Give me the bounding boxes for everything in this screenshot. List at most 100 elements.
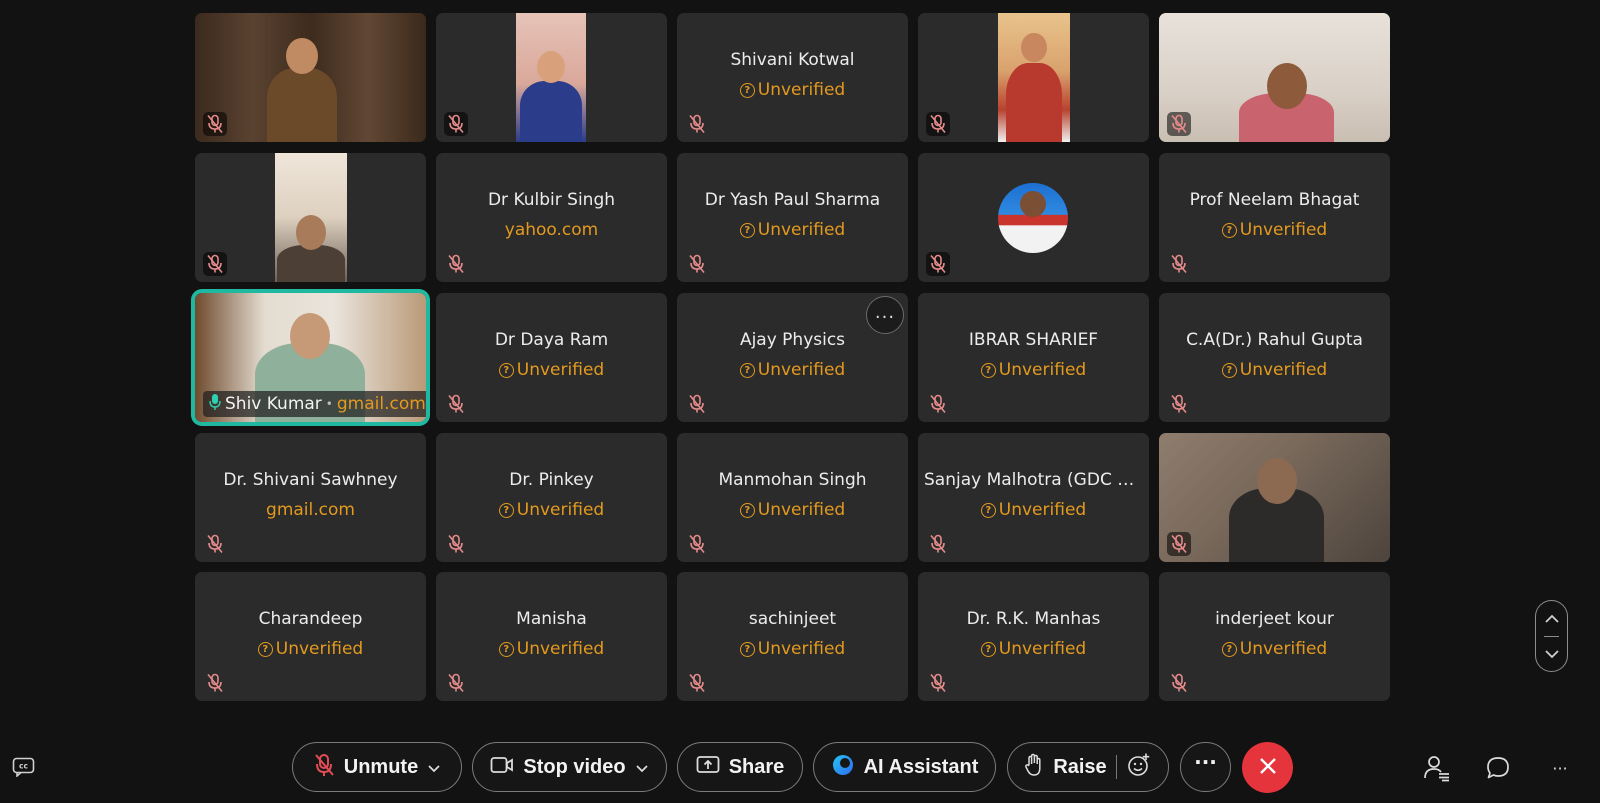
participant-tile[interactable]: Dr. Pinkey ? Unverified [436, 433, 667, 562]
participant-tile[interactable] [1159, 13, 1390, 142]
participant-tile[interactable]: Dr Yash Paul Sharma ? Unverified [677, 153, 908, 282]
participant-tile[interactable]: Dr. R.K. Manhas ? Unverified [918, 572, 1149, 701]
svg-text:cc: cc [19, 762, 28, 771]
participant-video [275, 153, 347, 282]
more-options-button[interactable]: ··· [1180, 742, 1231, 792]
stop-video-button[interactable]: Stop video [472, 742, 667, 792]
unverified-icon: ? [980, 642, 996, 657]
participant-status: ? Unverified [1159, 639, 1390, 659]
participant-tile[interactable]: IBRAR SHARIEF ? Unverified [918, 293, 1149, 422]
scroll-down-button[interactable] [1542, 644, 1562, 664]
participant-tile[interactable]: C.A(Dr.) Rahul Gupta ? Unverified [1159, 293, 1390, 422]
more-options-label: ··· [1194, 750, 1217, 774]
participants-icon[interactable] [1422, 753, 1452, 783]
participant-name: Ajay Physics [739, 330, 846, 350]
participant-tile[interactable] [195, 13, 426, 142]
participant-status: ? Unverified [436, 639, 667, 659]
participant-tile[interactable] [436, 13, 667, 142]
participant-video [1159, 433, 1390, 562]
ai-assistant-icon [831, 753, 855, 782]
muted-mic-icon [685, 112, 709, 136]
participant-name: Dr Yash Paul Sharma [704, 190, 881, 210]
muted-mic-icon [1167, 392, 1191, 416]
scroll-up-button[interactable] [1542, 609, 1562, 629]
participant-status: ? Unverified [918, 639, 1149, 659]
participant-tile[interactable]: Prof Neelam Bhagat ? Unverified [1159, 153, 1390, 282]
participant-more-button[interactable]: ... [866, 296, 904, 334]
muted-mic-icon [203, 252, 227, 276]
share-button[interactable]: Share [677, 742, 803, 792]
participant-status: ? Unverified [1159, 220, 1390, 240]
participant-avatar [998, 183, 1068, 253]
ai-assistant-label: AI Assistant [863, 755, 979, 778]
muted-mic-icon [444, 532, 468, 556]
participant-status: yahoo.com [504, 220, 599, 240]
participant-name: Shiv Kumar [225, 394, 322, 414]
muted-mic-icon [444, 252, 468, 276]
participant-tile[interactable]: inderjeet kour ? Unverified [1159, 572, 1390, 701]
speaking-mic-icon [209, 393, 221, 416]
unmute-button[interactable]: Unmute [292, 742, 462, 792]
chevron-down-icon[interactable] [427, 755, 441, 779]
muted-mic-icon [685, 252, 709, 276]
participant-tile[interactable]: Charandeep ? Unverified [195, 572, 426, 701]
participant-tile[interactable]: Shiv Kumar • gmail.com [195, 293, 426, 422]
more-icon[interactable]: ··· [1546, 756, 1574, 780]
participant-status: ? Unverified [436, 500, 667, 520]
unverified-icon: ? [1221, 642, 1237, 657]
participant-name: inderjeet kour [1215, 609, 1334, 629]
participant-tile[interactable] [195, 153, 426, 282]
captions-icon[interactable]: cc [10, 755, 38, 779]
participant-tile[interactable]: Manmohan Singh ? Unverified [677, 433, 908, 562]
participant-status: ? Unverified [436, 360, 667, 380]
participant-tile[interactable]: Dr Kulbir Singh yahoo.com [436, 153, 667, 282]
muted-mic-icon [313, 753, 335, 782]
participant-tile[interactable] [1159, 433, 1390, 562]
muted-mic-icon [1167, 532, 1191, 556]
muted-mic-icon [926, 112, 950, 136]
muted-mic-icon [444, 671, 468, 695]
participant-name: Sanjay Malhotra (GDC R... [924, 470, 1143, 490]
muted-mic-icon [685, 392, 709, 416]
muted-mic-icon [203, 532, 227, 556]
participant-name: Prof Neelam Bhagat [1189, 190, 1360, 210]
participant-tile[interactable]: Sanjay Malhotra (GDC R... ? Unverified [918, 433, 1149, 562]
participant-status: gmail.com [266, 500, 355, 520]
unverified-icon: ? [739, 223, 755, 238]
muted-mic-icon [685, 532, 709, 556]
muted-mic-icon [926, 252, 950, 276]
chevron-down-icon[interactable] [635, 755, 649, 779]
participant-status: ? Unverified [195, 639, 426, 659]
muted-mic-icon [203, 112, 227, 136]
participant-video [195, 13, 426, 142]
unverified-icon: ? [1221, 223, 1237, 238]
muted-mic-icon [203, 671, 227, 695]
participant-status: ? Unverified [677, 220, 908, 240]
participant-name: Shivani Kotwal [730, 50, 855, 70]
stop-video-label: Stop video [523, 755, 626, 778]
participant-status: ? Unverified [677, 639, 908, 659]
participant-tile[interactable]: Manisha ? Unverified [436, 572, 667, 701]
reactions-icon[interactable] [1126, 752, 1152, 783]
share-screen-icon [696, 755, 720, 780]
participant-tile[interactable] [918, 153, 1149, 282]
muted-mic-icon [444, 392, 468, 416]
participant-name: Manisha [516, 609, 587, 629]
muted-mic-icon [926, 532, 950, 556]
participant-tile[interactable] [918, 13, 1149, 142]
muted-mic-icon [444, 112, 468, 136]
participant-grid: Shivani Kotwal ? Unverified Dr Kulbir Singh… [0, 0, 1600, 720]
participant-tile[interactable]: sachinjeet ? Unverified [677, 572, 908, 701]
ai-assistant-button[interactable]: AI Assistant [813, 742, 996, 792]
participant-status: gmail.com [336, 394, 426, 414]
participant-name: Dr Kulbir Singh [487, 190, 616, 210]
chat-icon[interactable] [1484, 754, 1512, 782]
participant-tile[interactable]: Shivani Kotwal ? Unverified [677, 13, 908, 142]
unmute-label: Unmute [343, 755, 419, 778]
muted-mic-icon [1167, 671, 1191, 695]
raise-hand-button[interactable]: Raise [1007, 742, 1169, 792]
end-call-button[interactable] [1242, 742, 1293, 793]
participant-tile[interactable]: Dr. Shivani Sawhney gmail.com [195, 433, 426, 562]
participant-tile[interactable]: Dr Daya Ram ? Unverified [436, 293, 667, 422]
participant-video [516, 13, 586, 142]
